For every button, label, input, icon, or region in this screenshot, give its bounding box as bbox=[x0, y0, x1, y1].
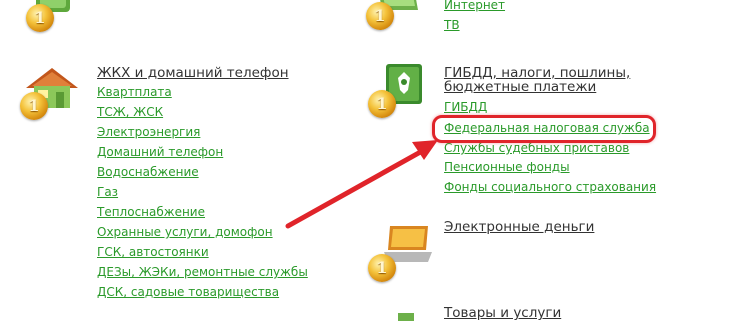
red-arrow-icon bbox=[285, 140, 438, 229]
